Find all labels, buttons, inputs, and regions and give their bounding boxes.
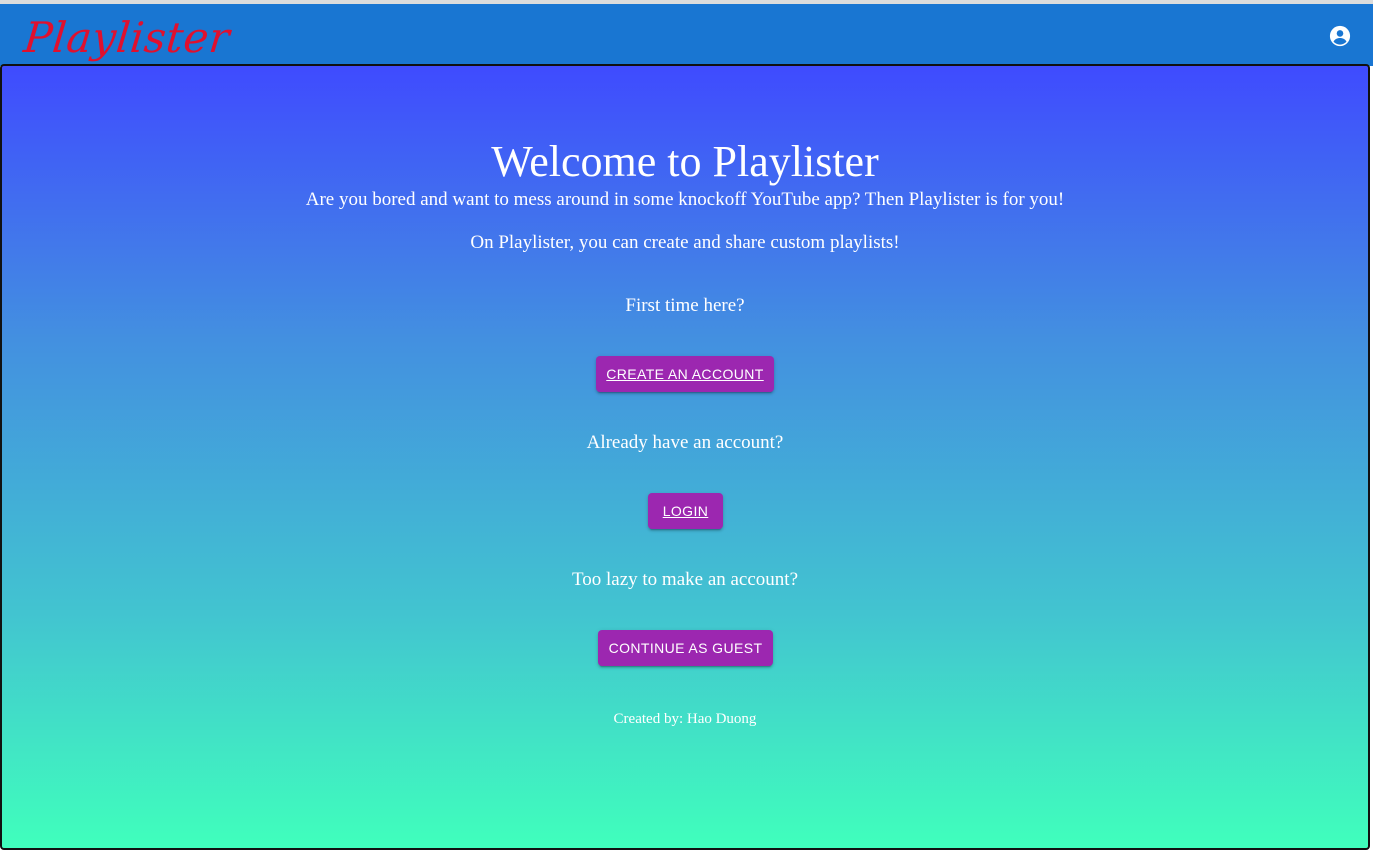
credit-text: Created by: Hao Duong (613, 711, 757, 727)
first-time-prompt: First time here? (625, 295, 745, 316)
guest-prompt: Too lazy to make an account? (571, 569, 799, 590)
splash-screen: Welcome to Playlister Are you bored and … (0, 64, 1370, 850)
create-account-button[interactable]: CREATE AN ACCOUNT (596, 356, 774, 392)
app-logo[interactable]: Playlister (21, 8, 233, 68)
continue-as-guest-button[interactable]: CONTINUE AS GUEST (598, 630, 773, 666)
app-window: Playlister Welcome to Playlister Are you… (0, 0, 1373, 852)
already-have-account-prompt: Already have an account? (586, 432, 784, 453)
account-circle-icon (1329, 25, 1351, 47)
app-bar: Playlister (0, 4, 1373, 66)
page-title: Welcome to Playlister (491, 137, 879, 186)
account-button[interactable] (1329, 25, 1351, 47)
login-button[interactable]: LOGIN (648, 493, 723, 529)
tagline-secondary: On Playlister, you can create and share … (470, 232, 900, 253)
continue-as-guest-label: CONTINUE AS GUEST (608, 640, 763, 656)
create-account-label: CREATE AN ACCOUNT (606, 366, 764, 382)
tagline: Are you bored and want to mess around in… (305, 189, 1065, 210)
login-label: LOGIN (662, 503, 709, 519)
